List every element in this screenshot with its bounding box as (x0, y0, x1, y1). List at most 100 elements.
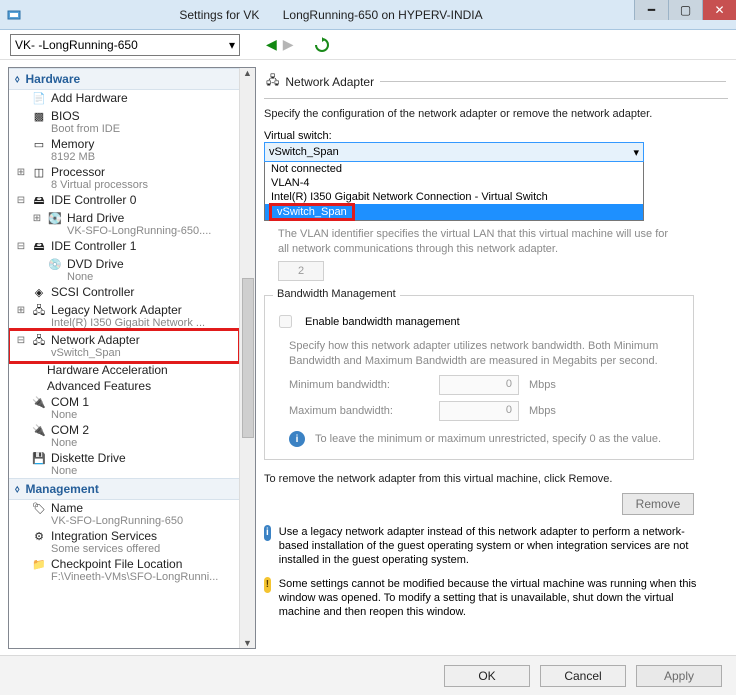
cancel-button[interactable]: Cancel (540, 665, 626, 687)
cpu-icon: ◫ (31, 165, 47, 181)
sidebar-item-hw-accel[interactable]: Hardware Acceleration (9, 362, 239, 378)
min-bw-input: 0 (439, 375, 519, 395)
vswitch-option[interactable]: VLAN-4 (265, 176, 643, 190)
chip-icon: ▩ (31, 109, 47, 125)
scroll-thumb[interactable] (242, 278, 254, 438)
sidebar-item-memory[interactable]: ▭ Memory8192 MB (9, 136, 239, 164)
sidebar-item-ide0[interactable]: ⊟🖴 IDE Controller 0 (9, 192, 239, 210)
sidebar-item-bios[interactable]: ▩ BIOSBoot from IDE (9, 108, 239, 136)
chevron-down-icon: ▾ (633, 146, 639, 159)
apply-button: Apply (636, 665, 722, 687)
sidebar-item-integration[interactable]: ⚙ Integration ServicesSome services offe… (9, 528, 239, 556)
info-icon: i (264, 525, 271, 541)
unit-label: Mbps (529, 379, 556, 391)
maximize-button[interactable]: ▢ (668, 0, 702, 20)
sidebar-item-adv-features[interactable]: Advanced Features (9, 378, 239, 394)
vm-selector-value: VK- -LongRunning-650 (15, 38, 138, 52)
warn-icon: ! (264, 577, 271, 593)
section-hardware[interactable]: ⬨ Hardware (9, 68, 239, 90)
ok-button[interactable]: OK (444, 665, 530, 687)
vswitch-option[interactable]: Not connected (265, 162, 643, 176)
collapse-icon[interactable]: ⊟ (15, 334, 27, 348)
pane-description: Specify the configuration of the network… (264, 107, 728, 122)
scroll-down-icon[interactable]: ▼ (243, 638, 252, 648)
note-info: Use a legacy network adapter instead of … (279, 525, 704, 567)
sidebar-item-com1[interactable]: 🔌 COM 1None (9, 394, 239, 422)
vswitch-dropdown[interactable]: vSwitch_Span ▾ (264, 142, 644, 162)
min-bw-label: Minimum bandwidth: (289, 379, 429, 391)
expand-icon[interactable]: ⊞ (15, 304, 27, 318)
nav-back-icon[interactable]: ◀ (266, 36, 277, 53)
remove-button: Remove (622, 493, 694, 515)
disk-icon: 💽 (47, 211, 63, 227)
sidebar-item-com2[interactable]: 🔌 COM 2None (9, 422, 239, 450)
services-icon: ⚙ (31, 529, 47, 545)
expand-icon[interactable]: ⊞ (31, 212, 43, 226)
app-icon (0, 7, 28, 23)
sidebar-item-dvd[interactable]: 💿 DVD DriveNone (9, 256, 239, 284)
refresh-icon[interactable] (314, 37, 330, 53)
max-bw-input: 0 (439, 401, 519, 421)
nav-forward-icon[interactable]: ▶ (283, 36, 294, 53)
expand-icon[interactable]: ⊞ (15, 166, 27, 180)
note-warn: Some settings cannot be modified because… (279, 577, 704, 619)
collapse-icon: ⬨ (15, 74, 20, 85)
vswitch-label: Virtual switch: (264, 130, 728, 142)
toolbar: VK- -LongRunning-650 ▾ ◀ ▶ (0, 30, 736, 60)
vlan-desc: The VLAN identifier specifies the virtua… (278, 227, 678, 257)
bandwidth-enable-checkbox (279, 315, 292, 328)
chevron-down-icon: ▾ (229, 38, 235, 52)
titlebar: Settings for VK LongRunning-650 on HYPER… (0, 0, 736, 30)
collapse-icon[interactable]: ⊟ (15, 240, 27, 254)
window-title: Settings for VK LongRunning-650 on HYPER… (28, 8, 634, 22)
sidebar-scrollbar[interactable]: ▲ ▼ (239, 68, 255, 648)
close-button[interactable]: ✕ (702, 0, 736, 20)
vlan-id-input: 2 (278, 261, 324, 281)
name-icon: 🏷 (31, 501, 47, 517)
bandwidth-desc: Specify how this network adapter utilize… (289, 339, 683, 369)
sidebar-item-network-adapter[interactable]: ⊟🖧 Network AdaptervSwitch_Span (9, 330, 239, 362)
com-icon: 🔌 (31, 395, 47, 411)
sidebar-item-legacy-nic[interactable]: ⊞🖧 Legacy Network AdapterIntel(R) I350 G… (9, 302, 239, 330)
sidebar-item-checkpoint[interactable]: 📁 Checkpoint File LocationF:\Vineeth-VMs… (9, 556, 239, 584)
add-icon: 📄 (31, 91, 47, 107)
remove-text: To remove the network adapter from this … (264, 472, 728, 487)
collapse-icon: ⬨ (15, 484, 20, 495)
nic-icon: 🖧 (266, 71, 279, 92)
collapse-icon[interactable]: ⊟ (15, 194, 27, 208)
folder-icon: 📁 (31, 557, 47, 573)
section-management[interactable]: ⬨ Management (9, 478, 239, 500)
vswitch-value: vSwitch_Span (269, 146, 339, 158)
bandwidth-enable-label: Enable bandwidth management (305, 316, 460, 328)
minimize-button[interactable]: ━ (634, 0, 668, 20)
sidebar-item-processor[interactable]: ⊞◫ Processor8 Virtual processors (9, 164, 239, 192)
memory-icon: ▭ (31, 137, 47, 153)
sidebar-item-add-hardware[interactable]: 📄 Add Hardware (9, 90, 239, 108)
floppy-icon: 💾 (31, 451, 47, 467)
vswitch-dropdown-list[interactable]: Not connected VLAN-4 Intel(R) I350 Gigab… (264, 162, 644, 221)
dvd-icon: 💿 (47, 257, 63, 273)
max-bw-label: Maximum bandwidth: (289, 405, 429, 417)
com-icon: 🔌 (31, 423, 47, 439)
sidebar-item-ide1[interactable]: ⊟🖴 IDE Controller 1 (9, 238, 239, 256)
sidebar-item-harddrive[interactable]: ⊞💽 Hard DriveVK-SFO-LongRunning-650.... (9, 210, 239, 238)
vm-selector-combo[interactable]: VK- -LongRunning-650 ▾ (10, 34, 240, 56)
pane-title: Network Adapter (285, 75, 374, 89)
info-icon: i (289, 431, 305, 447)
nic-icon: 🖧 (31, 303, 47, 319)
scroll-up-icon[interactable]: ▲ (243, 68, 252, 78)
sidebar-item-name[interactable]: 🏷 NameVK-SFO-LongRunning-650 (9, 500, 239, 528)
content-pane: 🖧 Network Adapter Specify the configurat… (264, 67, 728, 649)
pane-header: 🖧 Network Adapter (264, 67, 728, 99)
nic-icon: 🖧 (31, 333, 47, 349)
sidebar-item-scsi[interactable]: ◈ SCSI Controller (9, 284, 239, 302)
controller-icon: 🖴 (31, 193, 47, 209)
settings-tree: ⬨ Hardware 📄 Add Hardware ▩ BIOSBoot fro… (8, 67, 256, 649)
sidebar-item-diskette[interactable]: 💾 Diskette DriveNone (9, 450, 239, 478)
bandwidth-title: Bandwidth Management (273, 288, 400, 300)
scsi-icon: ◈ (31, 285, 47, 301)
dialog-footer: OK Cancel Apply (0, 655, 736, 695)
vswitch-option-selected[interactable]: vSwitch_Span (265, 204, 643, 220)
unit-label: Mbps (529, 405, 556, 417)
vswitch-option[interactable]: Intel(R) I350 Gigabit Network Connection… (265, 190, 643, 204)
